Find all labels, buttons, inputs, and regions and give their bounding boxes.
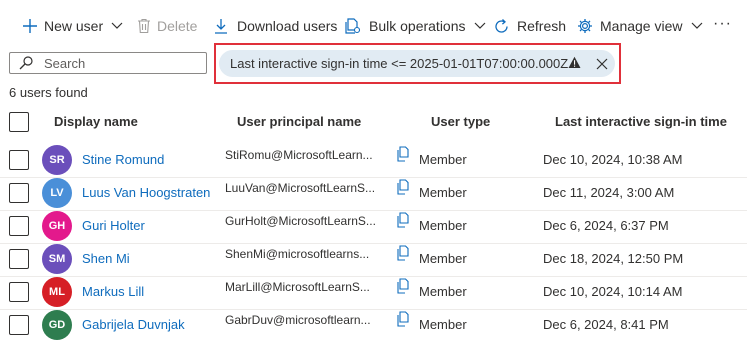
copy-icon[interactable] <box>396 245 410 266</box>
upn-text: ShenMi@microsoftlearns... <box>225 247 370 261</box>
refresh-label: Refresh <box>517 18 567 34</box>
search-input[interactable] <box>44 55 194 71</box>
last-signin-text: Dec 10, 2024, 10:38 AM <box>543 152 683 167</box>
download-icon <box>214 18 228 34</box>
row-checkbox[interactable] <box>9 282 29 302</box>
last-signin-text: Dec 6, 2024, 6:37 PM <box>543 218 669 233</box>
gear-icon <box>577 18 593 34</box>
last-signin-text: Dec 10, 2024, 10:14 AM <box>543 284 683 299</box>
delete-button[interactable]: Delete <box>137 14 197 38</box>
delete-label: Delete <box>157 18 198 34</box>
row-checkbox[interactable] <box>9 249 29 269</box>
search-box[interactable] <box>9 52 207 74</box>
upn-text: LuuVan@MicrosoftLearnS... <box>225 181 376 195</box>
user-type-text: Member <box>419 284 467 299</box>
user-type-text: Member <box>419 218 467 233</box>
display-name-link[interactable]: Guri Holter <box>82 218 145 233</box>
row-checkbox[interactable] <box>9 315 29 335</box>
new-user-button[interactable]: New user <box>22 14 123 38</box>
copy-icon[interactable] <box>396 278 410 299</box>
chevron-down-icon[interactable] <box>111 22 123 30</box>
manage-view-label: Manage view <box>600 18 683 34</box>
row-checkbox[interactable] <box>9 216 29 236</box>
bulk-operations-button[interactable]: Bulk operations <box>345 14 486 38</box>
avatar: GD <box>42 310 72 340</box>
manage-view-button[interactable]: Manage view <box>577 14 703 38</box>
user-type-text: Member <box>419 251 467 266</box>
user-type-text: Member <box>419 185 467 200</box>
table-row[interactable]: SR Stine Romund StiRomu@MicrosoftLearn..… <box>0 144 747 177</box>
copy-icon[interactable] <box>396 212 410 233</box>
avatar: GH <box>42 211 72 241</box>
avatar: SR <box>42 145 72 175</box>
table-row[interactable]: GD Gabrijela Duvnjak GabrDuv@microsoftle… <box>0 309 747 342</box>
upn-text: GurHolt@MicrosoftLearnS... <box>225 214 376 228</box>
upn-text: MarLill@MicrosoftLearnS... <box>225 280 370 294</box>
display-name-link[interactable]: Stine Romund <box>82 152 164 167</box>
avatar: ML <box>42 277 72 307</box>
copy-icon[interactable] <box>396 146 410 167</box>
search-icon <box>19 56 33 75</box>
last-signin-text: Dec 11, 2024, 3:00 AM <box>543 185 675 200</box>
column-header-upn[interactable]: User principal name <box>237 114 361 129</box>
user-type-text: Member <box>419 152 467 167</box>
bulk-operations-icon <box>345 18 361 34</box>
plus-icon <box>22 18 38 34</box>
last-signin-text: Dec 6, 2024, 8:41 PM <box>543 317 669 332</box>
display-name-link[interactable]: Gabrijela Duvnjak <box>82 317 185 332</box>
column-header-display-name[interactable]: Display name <box>54 114 138 129</box>
results-count: 6 users found <box>9 85 88 100</box>
refresh-button[interactable]: Refresh <box>493 14 566 38</box>
filter-highlight-box <box>214 43 621 84</box>
row-checkbox[interactable] <box>9 183 29 203</box>
user-type-text: Member <box>419 317 467 332</box>
select-all-checkbox[interactable] <box>9 112 29 132</box>
column-header-last-signin[interactable]: Last interactive sign-in time <box>555 114 727 129</box>
upn-text: StiRomu@MicrosoftLearn... <box>225 148 373 162</box>
table-row[interactable]: SM Shen Mi ShenMi@microsoftlearns... Mem… <box>0 243 747 276</box>
copy-icon[interactable] <box>396 311 410 332</box>
table-row[interactable]: LV Luus Van Hoogstraten LuuVan@Microsoft… <box>0 177 747 210</box>
download-users-button[interactable]: Download users <box>214 14 337 38</box>
column-header-user-type[interactable]: User type <box>431 114 490 129</box>
last-signin-text: Dec 18, 2024, 12:50 PM <box>543 251 684 266</box>
new-user-label: New user <box>44 18 104 34</box>
chevron-down-icon[interactable] <box>474 22 486 30</box>
table-row[interactable]: ML Markus Lill MarLill@MicrosoftLearnS..… <box>0 276 747 309</box>
avatar: SM <box>42 244 72 274</box>
avatar: LV <box>42 178 72 208</box>
row-checkbox[interactable] <box>9 150 29 170</box>
trash-icon <box>137 18 151 34</box>
upn-text: GabrDuv@microsoftlearn... <box>225 313 371 327</box>
copy-icon[interactable] <box>396 179 410 200</box>
display-name-link[interactable]: Shen Mi <box>82 251 130 266</box>
refresh-icon <box>493 18 510 35</box>
download-users-label: Download users <box>237 18 338 34</box>
chevron-down-icon[interactable] <box>691 22 703 30</box>
bulk-operations-label: Bulk operations <box>369 18 466 34</box>
display-name-link[interactable]: Markus Lill <box>82 284 144 299</box>
table-row[interactable]: GH Guri Holter GurHolt@MicrosoftLearnS..… <box>0 210 747 243</box>
display-name-link[interactable]: Luus Van Hoogstraten <box>82 185 210 200</box>
more-icon[interactable]: ··· <box>713 12 732 36</box>
